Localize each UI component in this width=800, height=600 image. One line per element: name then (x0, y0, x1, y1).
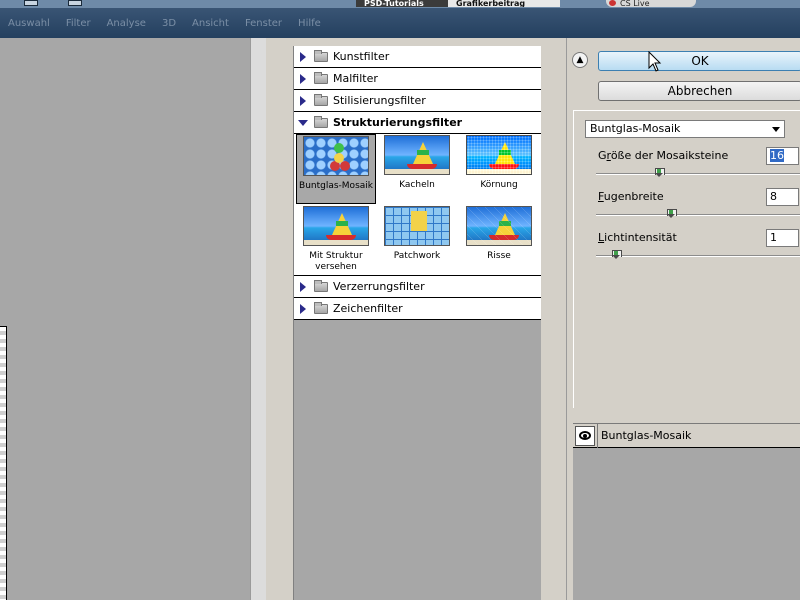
expand-arrow-icon (300, 304, 306, 314)
lichtintensitaet-slider-handle[interactable] (612, 250, 622, 259)
preview-scrollbar[interactable] (250, 38, 266, 600)
mosaiksteine-value: 16 (770, 149, 784, 162)
effect-layer-name: Buntglas-Mosaik (601, 429, 692, 442)
collapse-arrow-icon (298, 120, 308, 126)
param-label-lichtintensitaet: Lichtintensität (598, 231, 677, 244)
transparency-checker (0, 326, 7, 600)
thumbnail-label: Mit Struktur versehen (309, 251, 363, 272)
cs-live-label: CS Live (620, 0, 650, 8)
effect-layer-row[interactable]: Buntglas-Mosaik (573, 424, 800, 448)
fugenbreite-input[interactable]: 8 (766, 188, 799, 206)
mosaiksteine-slider-handle[interactable] (655, 168, 665, 177)
chevron-down-icon (772, 127, 780, 132)
cursor-arrow-icon (648, 51, 662, 72)
expand-arrow-icon (300, 74, 306, 84)
thumbnail-label: Kacheln (399, 180, 435, 190)
category-label: Zeichenfilter (333, 302, 403, 315)
category-zeichenfilter[interactable]: Zeichenfilter (294, 298, 541, 320)
category-stilisierungsfilter[interactable]: Stilisierungsfilter (294, 90, 541, 112)
category-label: Kunstfilter (333, 50, 390, 63)
menu-bar: Auswahl Filter Analyse 3D Ansicht Fenste… (0, 15, 329, 35)
folder-icon (314, 302, 328, 314)
fugenbreite-value: 8 (770, 190, 777, 203)
preview-area[interactable] (0, 38, 266, 600)
param-label-fugenbreite: Fugenbreite (598, 190, 664, 203)
thumbnail-mit-struktur-versehen[interactable]: Mit Struktur versehen (296, 206, 376, 273)
param-label-mosaiksteine: Größe der Mosaiksteine (598, 149, 729, 162)
category-malfilter[interactable]: Malfilter (294, 68, 541, 90)
thumbnail-label: Patchwork (393, 251, 441, 261)
category-kunstfilter[interactable]: Kunstfilter (294, 46, 541, 68)
expand-arrow-icon (300, 52, 306, 62)
category-strukturierungsfilter[interactable]: Strukturierungsfilter (294, 112, 541, 134)
tab-grafikerbeitrag[interactable]: Grafikerbeitrag (448, 0, 560, 7)
thumbnail-grid: Buntglas-Mosaik Kacheln Körnung Mit Stru… (294, 134, 541, 276)
lichtintensitaet-value: 1 (770, 231, 777, 244)
visibility-toggle[interactable] (575, 426, 595, 446)
ok-button[interactable]: OK (598, 51, 800, 71)
category-label: Malfilter (333, 72, 378, 85)
patchwork-preview-image (384, 206, 450, 246)
thumbnail-label: Risse (487, 251, 511, 261)
document-icon (68, 0, 82, 6)
menu-item-fenster[interactable]: Fenster (237, 15, 290, 35)
cs-live-icon (609, 0, 616, 6)
folder-icon (314, 94, 328, 106)
panel-divider[interactable] (282, 38, 293, 600)
eye-icon (579, 431, 591, 440)
filter-gallery: Kunstfilter Malfilter Stilisierungsfilte… (293, 46, 541, 600)
lichtintensitaet-slider-track[interactable] (596, 250, 800, 259)
folder-open-icon (314, 116, 328, 128)
window-icon (24, 0, 38, 6)
cs-live-button[interactable]: CS Live (606, 0, 696, 8)
layer-divider (597, 424, 598, 448)
koernung-preview-image (466, 135, 532, 175)
category-label: Strukturierungsfilter (333, 116, 463, 129)
risse-preview-image (466, 206, 532, 246)
cancel-button[interactable]: Abbrechen (598, 81, 800, 101)
menu-item-auswahl[interactable]: Auswahl (0, 15, 58, 35)
expand-arrow-icon (300, 96, 306, 106)
menu-item-ansicht[interactable]: Ansicht (184, 15, 237, 35)
category-label: Verzerrungsfilter (333, 280, 425, 293)
mosaiksteine-slider-track[interactable] (596, 168, 800, 177)
filter-select-value: Buntglas-Mosaik (590, 122, 681, 135)
filter-select[interactable]: Buntglas-Mosaik (585, 120, 785, 138)
menu-item-analyse[interactable]: Analyse (99, 15, 154, 35)
thumbnail-label: Körnung (480, 180, 518, 190)
tab-psd-tutorials[interactable]: PSD-Tutorials (356, 0, 448, 7)
thumbnail-koernung[interactable]: Körnung (459, 135, 539, 191)
buntglas-mosaik-preview-image (303, 136, 369, 176)
mosaiksteine-input[interactable]: 16 (766, 147, 799, 165)
kacheln-preview-image (384, 135, 450, 175)
folder-icon (314, 280, 328, 292)
lichtintensitaet-input[interactable]: 1 (766, 229, 799, 247)
menu-item-3d[interactable]: 3D (154, 15, 184, 35)
thumbnail-patchwork[interactable]: Patchwork (377, 206, 457, 262)
expand-arrow-icon (300, 282, 306, 292)
menu-item-hilfe[interactable]: Hilfe (290, 15, 329, 35)
fugenbreite-slider-handle[interactable] (667, 209, 677, 218)
title-bar: PSD-Tutorials Grafikerbeitrag CS Live Au… (0, 0, 800, 38)
thumbnail-buntglas-mosaik[interactable]: Buntglas-Mosaik (296, 134, 376, 204)
menu-item-filter[interactable]: Filter (58, 15, 99, 35)
thumbnail-kacheln[interactable]: Kacheln (377, 135, 457, 191)
folder-icon (314, 72, 328, 84)
fugenbreite-slider-track[interactable] (596, 209, 800, 218)
effect-layers-panel: Buntglas-Mosaik (573, 423, 800, 600)
collapse-gallery-button[interactable]: ▲ (572, 52, 588, 68)
category-label: Stilisierungsfilter (333, 94, 426, 107)
category-verzerrungsfilter[interactable]: Verzerrungsfilter (294, 276, 541, 298)
mit-struktur-preview-image (303, 206, 369, 246)
tab-strip: PSD-Tutorials Grafikerbeitrag (356, 0, 560, 7)
filter-options: Buntglas-Mosaik Größe der Mosaiksteine 1… (573, 110, 800, 408)
folder-icon (314, 50, 328, 62)
thumbnail-risse[interactable]: Risse (459, 206, 539, 262)
thumbnail-label: Buntglas-Mosaik (299, 181, 373, 191)
